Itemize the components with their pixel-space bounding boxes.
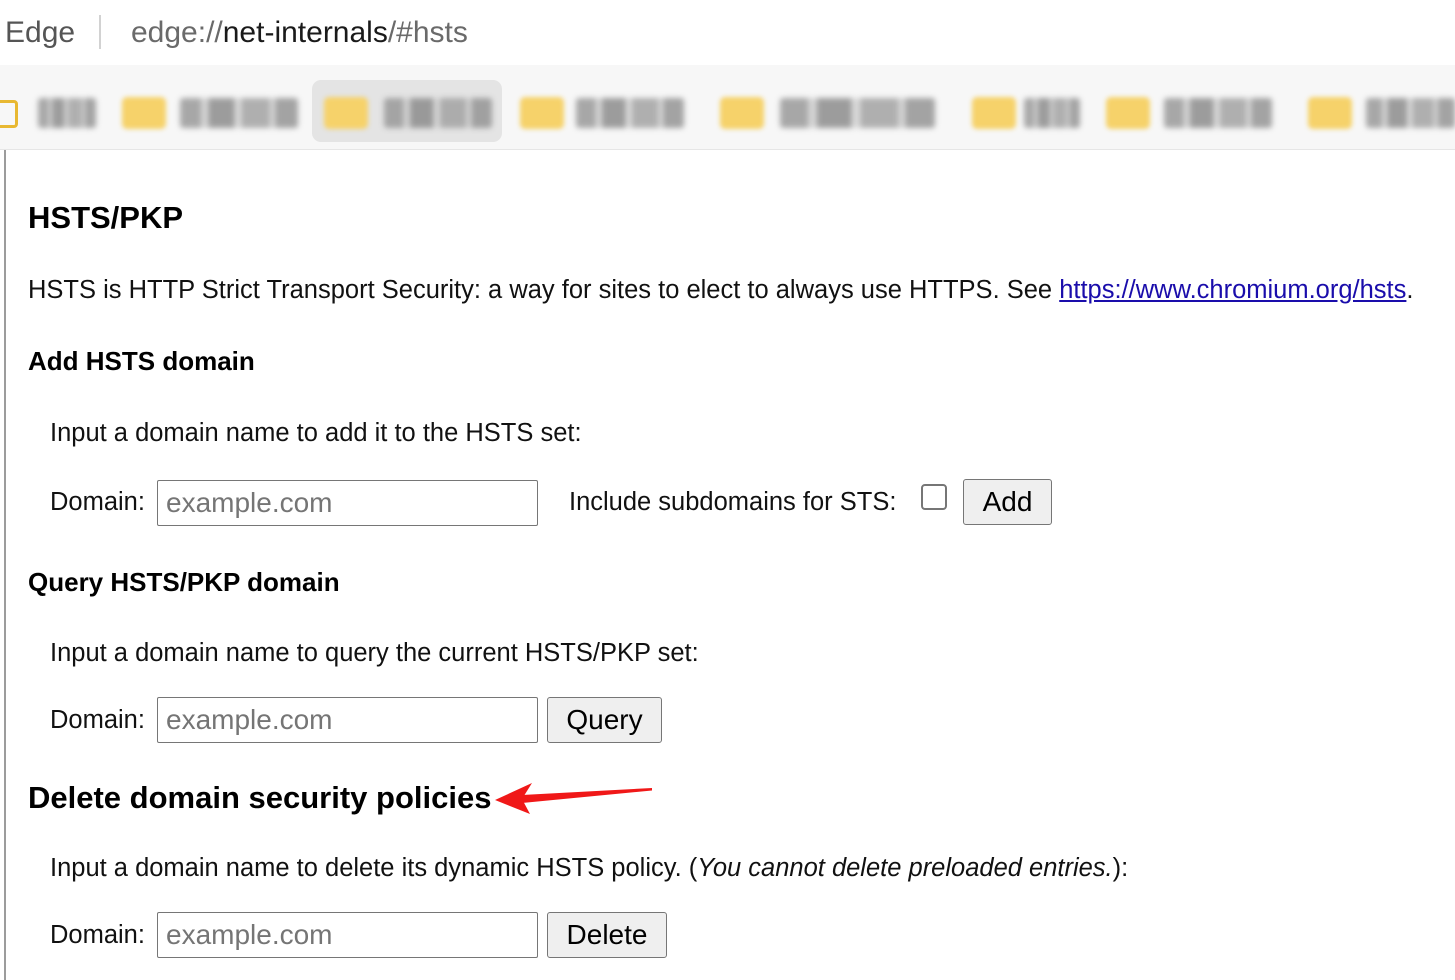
folder-icon (1308, 97, 1352, 129)
bookmark-label (576, 98, 684, 128)
url-path: /#hsts (387, 16, 468, 49)
folder-icon (520, 97, 564, 129)
delete-instructions: Input a domain name to delete its dynami… (50, 852, 1128, 884)
include-subdomains-checkbox[interactable] (921, 484, 947, 510)
folder-icon (0, 100, 18, 128)
browser-toolbar: Edge edge://net-internals/#hsts (0, 0, 1455, 65)
address-bar[interactable]: edge://net-internals/#hsts (131, 12, 468, 54)
folder-icon (1106, 97, 1150, 129)
query-button[interactable]: Query (547, 697, 662, 743)
bookmark-label (1024, 98, 1080, 128)
url-host: net-internals (222, 16, 388, 49)
bookmark-label (780, 98, 935, 128)
add-button[interactable]: Add (963, 479, 1052, 525)
include-subdomains-label: Include subdomains for STS: (569, 488, 897, 516)
folder-icon (324, 97, 368, 129)
intro-paragraph: HSTS is HTTP Strict Transport Security: … (28, 274, 1414, 306)
arrow-shaft (522, 788, 652, 803)
intro-text: HSTS is HTTP Strict Transport Security: … (28, 276, 1060, 304)
query-instructions: Input a domain name to query the current… (50, 639, 699, 667)
url-scheme: edge:// (131, 16, 223, 49)
folder-icon (122, 97, 166, 129)
add-domain-input[interactable] (157, 480, 538, 526)
add-domain-label: Domain: (50, 488, 145, 516)
delete-domain-label: Domain: (50, 921, 145, 949)
bookmark-label (180, 98, 298, 128)
page-title: HSTS/PKP (28, 200, 184, 235)
bookmark-label (384, 98, 492, 128)
delete-button[interactable]: Delete (547, 912, 667, 958)
bookmark-label (38, 98, 96, 128)
query-section-heading: Query HSTS/PKP domain (28, 567, 340, 597)
intro-suffix: . (1406, 276, 1414, 304)
folder-icon (720, 97, 764, 129)
query-domain-label: Domain: (50, 706, 145, 734)
delete-domain-input[interactable] (157, 912, 538, 958)
delete-instructions-end: ): (1112, 854, 1129, 882)
query-domain-input[interactable] (157, 697, 538, 743)
delete-instructions-note: You cannot delete preloaded entries. (697, 854, 1113, 882)
delete-instructions-text: Input a domain name to delete its dynami… (50, 854, 698, 882)
arrow-head (495, 783, 532, 814)
content-left-border (4, 150, 6, 980)
bookmark-label (1164, 98, 1272, 128)
folder-icon (972, 97, 1016, 129)
delete-section-heading: Delete domain security policies (28, 780, 492, 815)
toolbar-divider (99, 15, 101, 49)
add-section-heading: Add HSTS domain (28, 346, 255, 376)
bookmark-label (1366, 98, 1455, 128)
hsts-docs-link[interactable]: https://www.chromium.org/hsts (1059, 276, 1406, 304)
add-instructions: Input a domain name to add it to the HST… (50, 419, 582, 447)
browser-name: Edge (5, 16, 76, 49)
